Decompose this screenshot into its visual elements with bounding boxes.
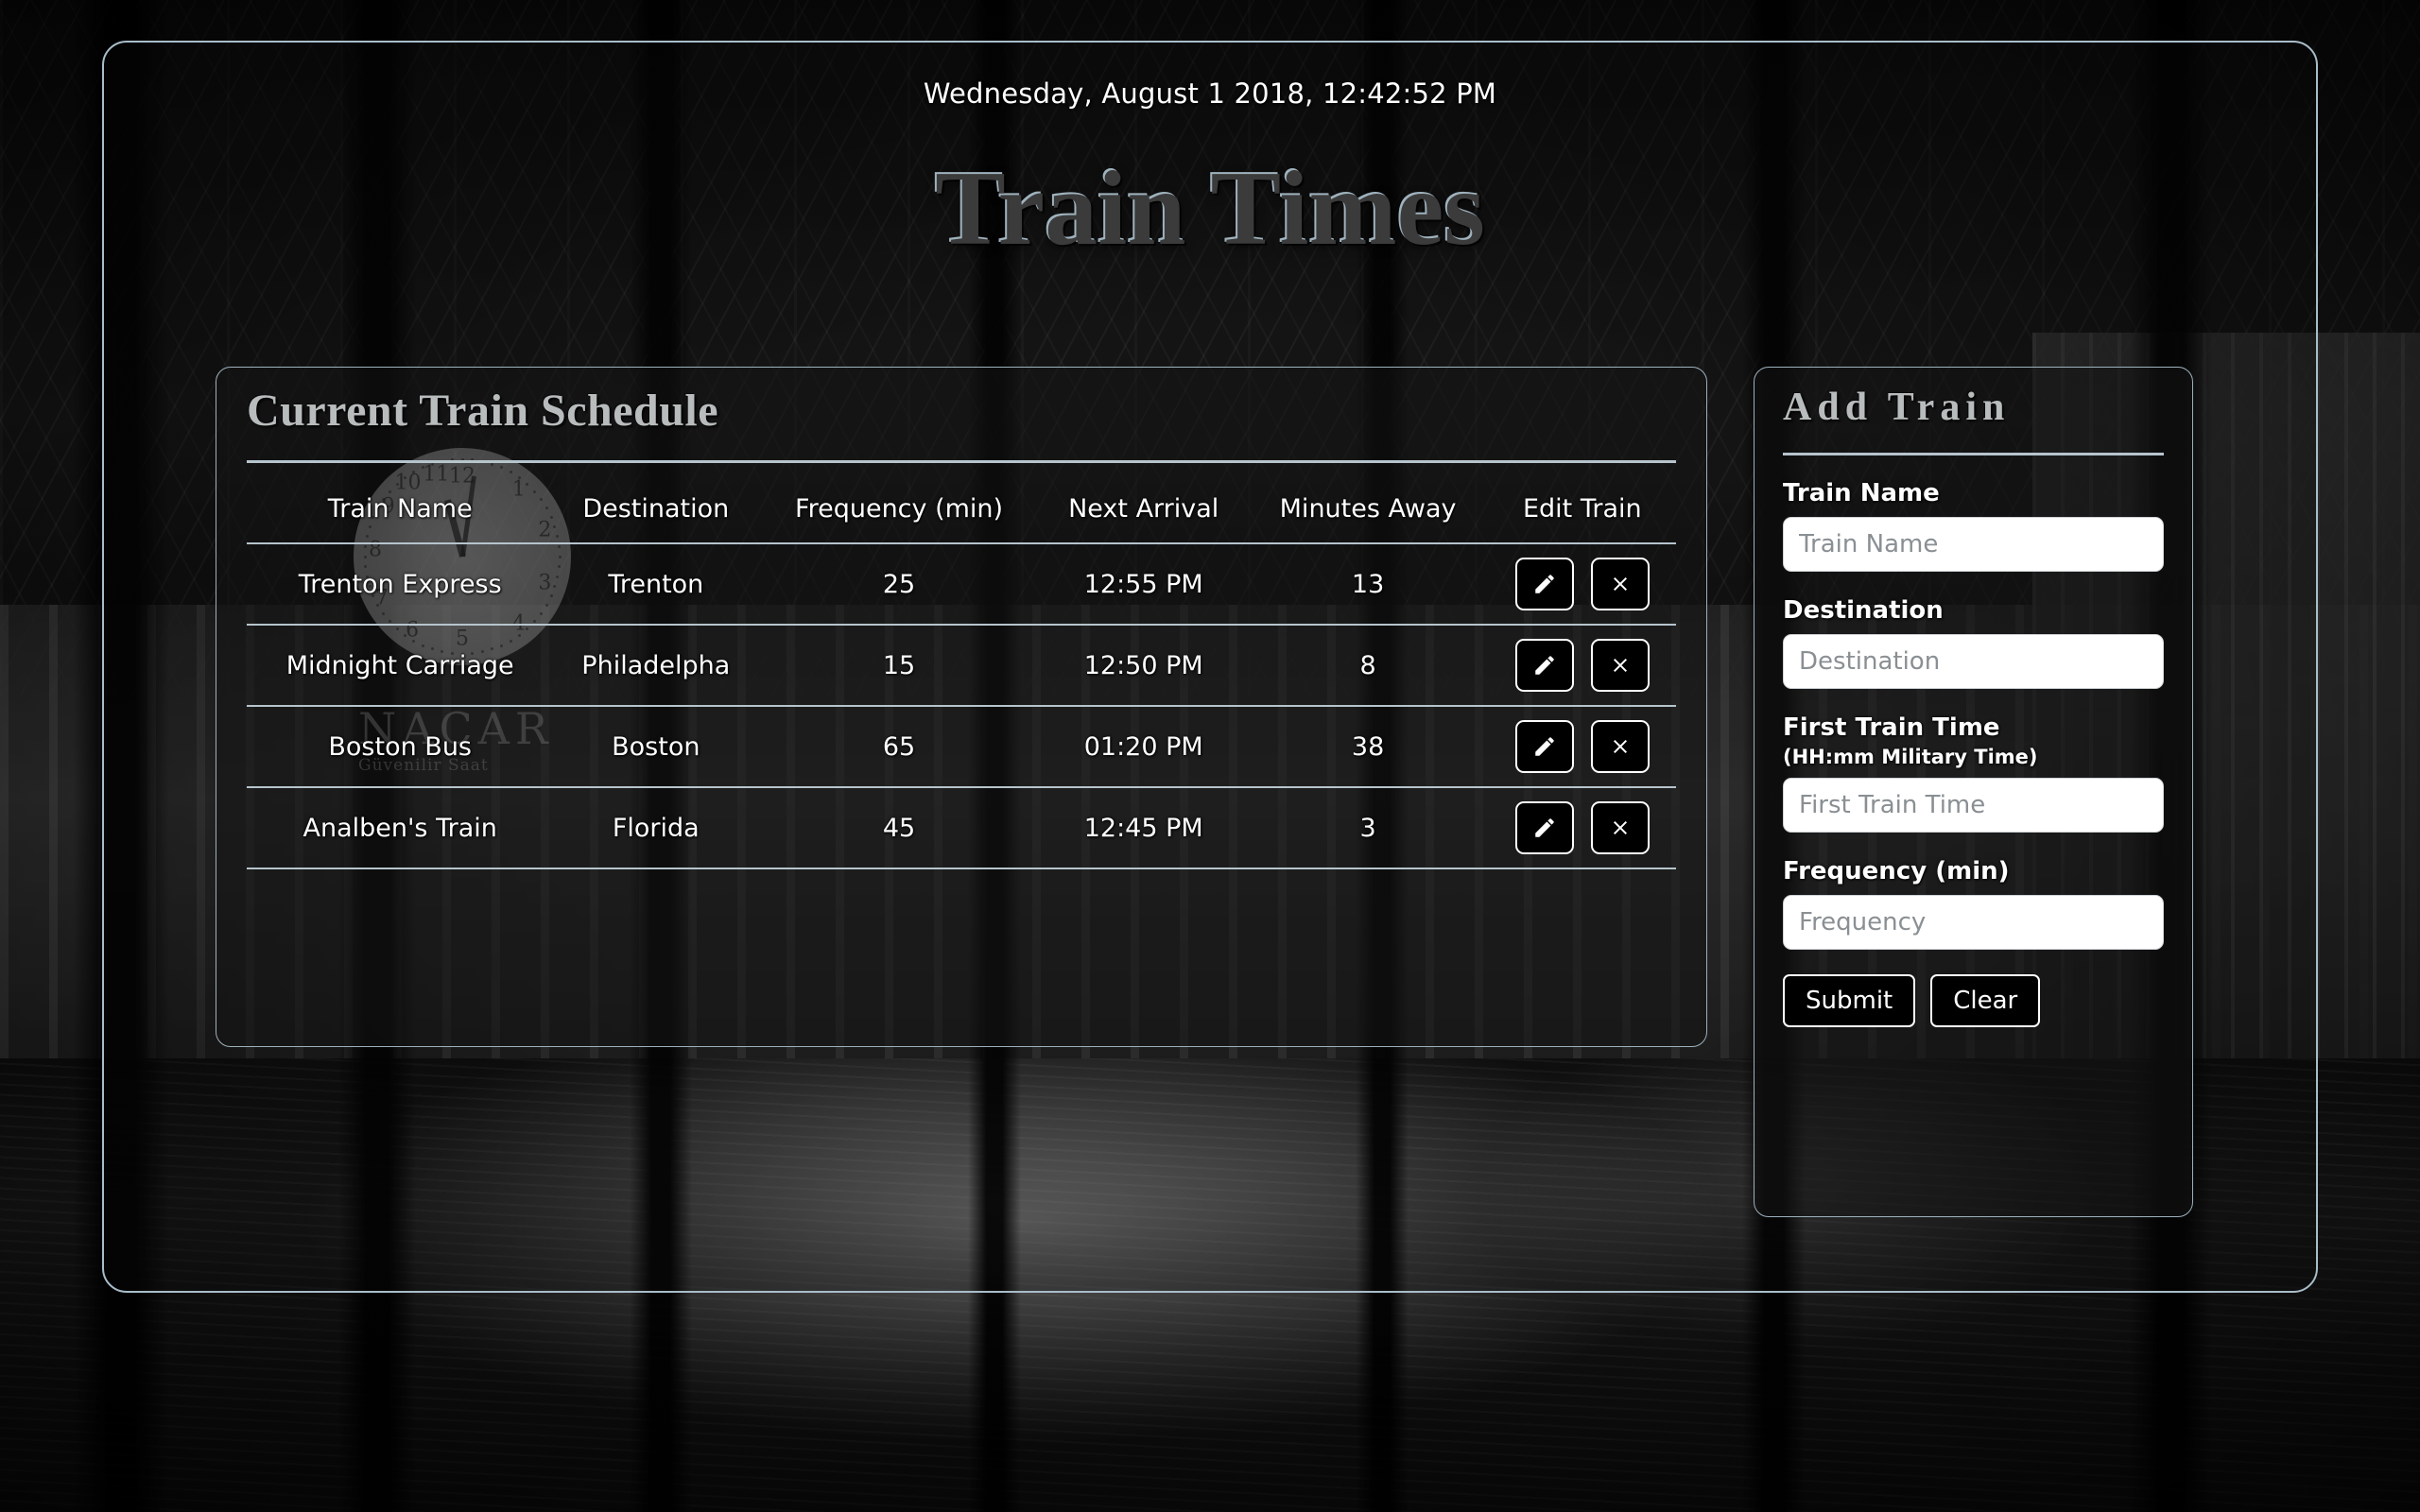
label-first-train-time: First Train Time <box>1783 713 2000 742</box>
add-train-panel-title: Add Train <box>1783 386 2011 429</box>
cell-destination: Boston <box>553 706 759 788</box>
cell-actions <box>1488 625 1676 707</box>
cell-next-arrival: 01:20 PM <box>1039 706 1248 788</box>
submit-button[interactable]: Submit <box>1783 974 1916 1027</box>
cell-frequency: 15 <box>758 625 1040 707</box>
label-frequency: Frequency (min) <box>1783 857 2010 885</box>
label-destination: Destination <box>1783 596 1944 625</box>
train-schedule-body: Trenton Express Trenton 25 12:55 PM 13 M… <box>247 543 1676 869</box>
clock-tick-icon <box>421 466 424 470</box>
edit-train-button[interactable] <box>1514 720 1574 773</box>
schedule-panel-title: Current Train Schedule <box>247 386 719 436</box>
cell-destination: Florida <box>553 787 759 869</box>
cell-destination: Trenton <box>553 543 759 626</box>
clock-tick-icon <box>500 466 504 470</box>
table-row: Trenton Express Trenton 25 12:55 PM 13 <box>247 543 1676 626</box>
edit-train-button[interactable] <box>1514 639 1574 692</box>
table-row: Boston Bus Boston 65 01:20 PM 38 <box>247 706 1676 788</box>
table-header-row: Train Name Destination Frequency (min) N… <box>247 481 1676 544</box>
sublabel-first-train-time-format: (HH:mm Military Time) <box>1783 746 2038 768</box>
destination-input[interactable] <box>1783 634 2164 689</box>
delete-train-button[interactable] <box>1591 801 1651 854</box>
column-header-minutes-away: Minutes Away <box>1247 481 1489 544</box>
cell-next-arrival: 12:55 PM <box>1039 543 1248 626</box>
pencil-icon <box>1534 656 1554 675</box>
delete-train-button[interactable] <box>1591 720 1651 773</box>
train-schedule-table: Train Name Destination Frequency (min) N… <box>247 481 1676 869</box>
add-train-form: Train Name Destination First Train Time … <box>1783 479 2164 1027</box>
column-header-destination: Destination <box>553 481 759 544</box>
cell-train-name: Boston Bus <box>247 706 554 788</box>
schedule-title-divider <box>247 460 1676 463</box>
cell-actions <box>1488 706 1676 788</box>
close-x-icon <box>1614 577 1628 591</box>
cell-minutes-away: 8 <box>1247 625 1489 707</box>
cell-next-arrival: 12:50 PM <box>1039 625 1248 707</box>
clock-tick-icon <box>518 476 522 480</box>
cell-minutes-away: 13 <box>1247 543 1489 626</box>
cell-frequency: 65 <box>758 706 1040 788</box>
cell-minutes-away: 38 <box>1247 706 1489 788</box>
edit-train-button[interactable] <box>1514 801 1574 854</box>
cell-minutes-away: 3 <box>1247 787 1489 869</box>
column-header-edit-train: Edit Train <box>1488 481 1676 544</box>
train-name-input[interactable] <box>1783 517 2164 572</box>
cell-train-name: Midnight Carriage <box>247 625 554 707</box>
cell-actions <box>1488 787 1676 869</box>
clear-button[interactable]: Clear <box>1930 974 2041 1027</box>
label-train-name: Train Name <box>1783 479 1940 507</box>
cell-frequency: 45 <box>758 787 1040 869</box>
frequency-input[interactable] <box>1783 895 2164 950</box>
current-datetime: Wednesday, August 1 2018, 12:42:52 PM <box>923 77 1497 110</box>
add-train-title-divider <box>1783 453 2164 455</box>
cell-frequency: 25 <box>758 543 1040 626</box>
table-row: Midnight Carriage Philadelpha 15 12:50 P… <box>247 625 1676 707</box>
cell-destination: Philadelpha <box>553 625 759 707</box>
delete-train-button[interactable] <box>1591 558 1651 610</box>
close-x-icon <box>1614 740 1628 753</box>
cell-train-name: Trenton Express <box>247 543 554 626</box>
close-x-icon <box>1614 821 1628 834</box>
pencil-icon <box>1534 575 1554 593</box>
table-row: Analben's Train Florida 45 12:45 PM 3 <box>247 787 1676 869</box>
form-button-row: Submit Clear <box>1783 974 2164 1027</box>
clock-tick-icon <box>412 471 415 474</box>
clock-tick-icon <box>403 476 406 480</box>
column-header-frequency: Frequency (min) <box>758 481 1040 544</box>
column-header-next-arrival: Next Arrival <box>1039 481 1248 544</box>
current-train-schedule-panel: 12 1 2 3 4 5 6 7 8 9 10 11 NACAR Güvenil… <box>216 367 1707 1047</box>
cell-actions <box>1488 543 1676 626</box>
clock-tick-icon <box>510 471 512 474</box>
cell-train-name: Analben's Train <box>247 787 554 869</box>
column-header-train-name: Train Name <box>247 481 554 544</box>
page-title: Train Times <box>935 150 1485 267</box>
add-train-panel: Add Train Train Name Destination First T… <box>1754 367 2193 1217</box>
delete-train-button[interactable] <box>1591 639 1651 692</box>
cell-next-arrival: 12:45 PM <box>1039 787 1248 869</box>
pencil-icon <box>1534 737 1554 756</box>
close-x-icon <box>1614 659 1628 672</box>
pencil-icon <box>1534 818 1554 837</box>
first-train-time-input[interactable] <box>1783 778 2164 833</box>
edit-train-button[interactable] <box>1514 558 1574 610</box>
